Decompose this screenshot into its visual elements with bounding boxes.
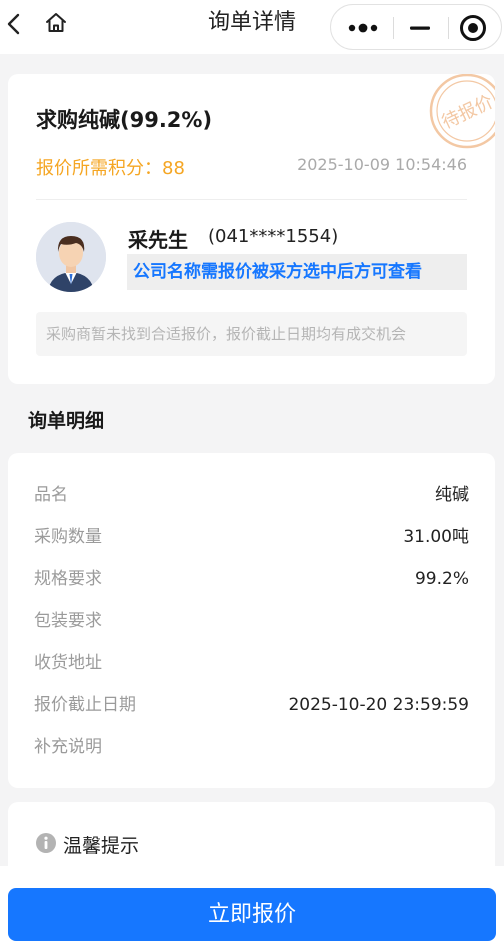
inquiry-details-card: 品名 纯碱 采购数量 31.00吨 规格要求 99.2% 包装要求 收货地址 报… [8,453,495,788]
mini-program-capsule [330,4,502,50]
bottom-action-bar: 立即报价 [0,866,504,945]
avatar [36,222,106,292]
capsule-divider [393,17,394,39]
company-name-notice: 公司名称需报价被采方选中后方可查看 [127,254,467,290]
detail-label: 收货地址 [34,653,102,673]
detail-label: 规格要求 [34,569,102,589]
detail-label: 补充说明 [34,737,102,757]
person-avatar-icon [36,222,106,292]
detail-row-quantity: 采购数量 31.00吨 [34,522,469,552]
required-points: 报价所需积分：88 [36,158,185,179]
detail-row-spec: 规格要求 99.2% [34,564,469,594]
detail-value: 纯碱 [435,485,469,505]
quote-now-button[interactable]: 立即报价 [8,888,496,941]
detail-value: 31.00吨 [403,527,469,547]
target-close-icon[interactable] [459,14,487,42]
detail-label: 包装要求 [34,611,102,631]
product-title: 求购纯碱(99.2%) [36,108,213,132]
detail-row-product-name: 品名 纯碱 [34,480,469,510]
detail-row-delivery-address: 收货地址 [34,648,469,678]
purchase-hint: 采购商暂未找到合适报价，报价截止日期均有成交机会 [36,312,467,356]
tips-title: 温馨提示 [63,835,140,857]
detail-label: 报价截止日期 [34,695,136,715]
navigation-bar: 询单详情 [0,0,504,54]
detail-label: 采购数量 [34,527,102,547]
minimize-icon[interactable] [409,19,431,37]
pending-quote-stamp: 待报价 [429,74,495,149]
detail-value: 2025-10-20 23:59:59 [288,695,469,715]
inquiry-summary-card: 求购纯碱(99.2%) 报价所需积分：88 2025-10-09 10:54:4… [8,74,495,384]
capsule-divider [448,17,449,39]
buyer-phone: (041****1554) [208,226,339,247]
inquiry-timestamp: 2025-10-09 10:54:46 [297,155,467,174]
info-icon [36,833,56,853]
detail-row-deadline: 报价截止日期 2025-10-20 23:59:59 [34,690,469,720]
buyer-name: 采先生 [128,228,188,252]
detail-label: 品名 [34,485,68,505]
stamp-text: 待报价 [439,91,495,133]
detail-row-packaging: 包装要求 [34,606,469,636]
divider [36,199,467,200]
more-dots-icon[interactable] [347,19,381,37]
section-title-details: 询单明细 [28,410,105,432]
detail-value: 99.2% [414,569,469,589]
detail-row-notes: 补充说明 [34,732,469,762]
